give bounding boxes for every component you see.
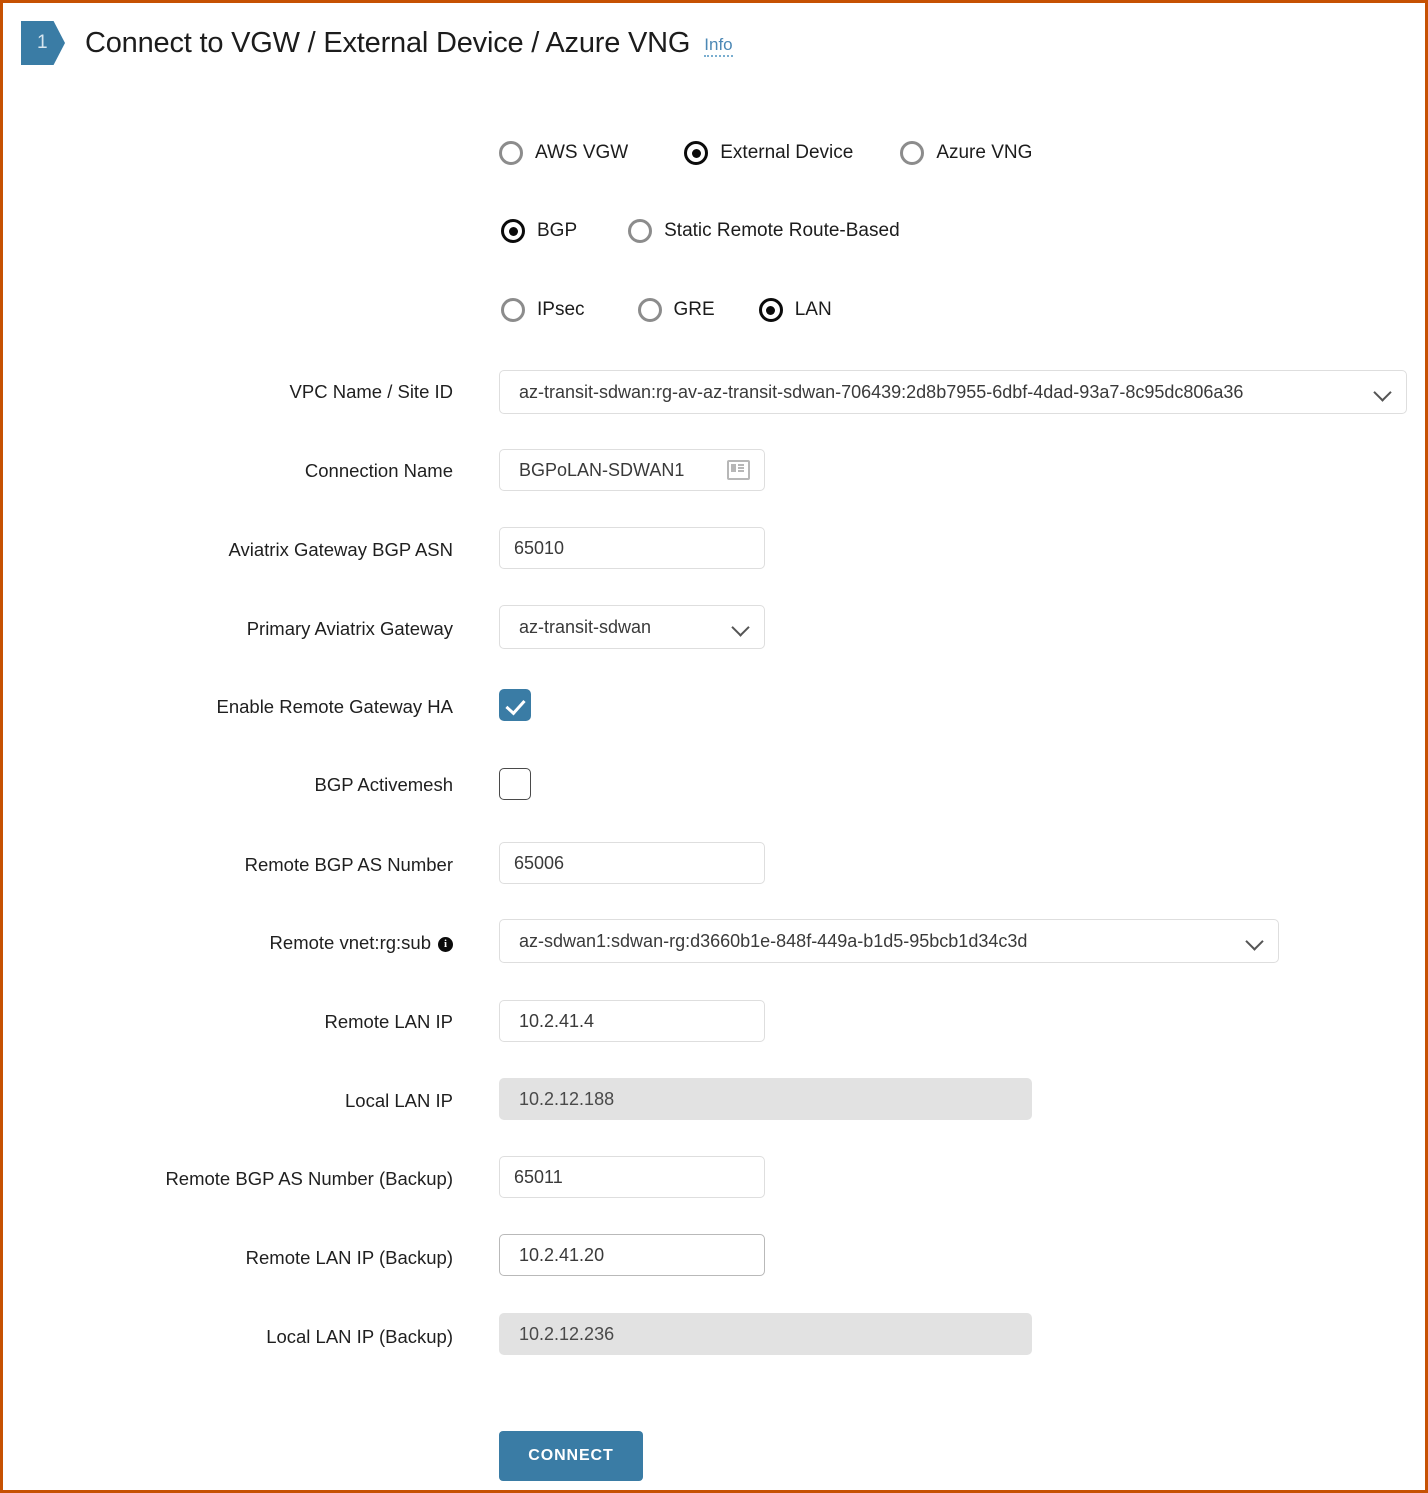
radio-label: Static Remote Route-Based — [664, 220, 900, 241]
connect-to-vgw-panel: 1 Connect to VGW / External Device / Azu… — [0, 0, 1428, 1493]
primary-aviatrix-gateway-select[interactable]: az-transit-sdwan — [499, 605, 765, 649]
radio-option-aws-vgw[interactable]: AWS VGW — [499, 141, 628, 165]
remote-lan-ip-backup-value: 10.2.41.20 — [499, 1234, 765, 1276]
radio-option-static-remote-route-based[interactable]: Static Remote Route-Based — [628, 219, 900, 243]
local-lan-ip-value: 10.2.12.188 — [499, 1078, 1032, 1120]
primary-aviatrix-gateway-value: az-transit-sdwan — [519, 616, 652, 637]
connection-name-input[interactable]: BGPoLAN-SDWAN1 — [499, 449, 765, 491]
local-lan-ip-backup-label: Local LAN IP (Backup) — [266, 1326, 453, 1347]
connection-name-label: Connection Name — [304, 460, 453, 481]
info-circle-icon[interactable]: i — [438, 937, 453, 952]
remote-vnet-rg-sub-select[interactable]: az-sdwan1:sdwan-rg:d3660b1e-848f-449a-b1… — [499, 919, 1279, 963]
chevron-down-icon — [1374, 383, 1392, 401]
vpc-name-site-id-select[interactable]: az-transit-sdwan:rg-av-az-transit-sdwan-… — [499, 370, 1407, 414]
contact-card-icon[interactable] — [727, 460, 750, 480]
radio-option-lan[interactable]: LAN — [758, 298, 832, 322]
aviatrix-gateway-bgp-asn-input[interactable]: 65010 — [499, 527, 765, 569]
local-lan-ip-readonly: 10.2.12.188 — [499, 1078, 1032, 1120]
radio-option-external-device[interactable]: External Device — [684, 141, 853, 165]
radio-circle-selected-icon — [758, 298, 783, 322]
remote-lan-ip-input[interactable]: 10.2.41.4 — [499, 1000, 765, 1042]
radio-circle-icon — [628, 219, 653, 243]
panel-header: 1 Connect to VGW / External Device / Azu… — [3, 21, 733, 65]
radio-label: External Device — [720, 142, 854, 163]
connect-button[interactable]: CONNECT — [499, 1431, 643, 1481]
vpc-name-site-id-value: az-transit-sdwan:rg-av-az-transit-sdwan-… — [519, 381, 1244, 402]
remote-lan-ip-value: 10.2.41.4 — [499, 1000, 765, 1042]
info-link[interactable]: Info — [704, 36, 733, 57]
enable-remote-gateway-ha-checkbox[interactable] — [499, 689, 531, 721]
radio-circle-icon — [499, 141, 523, 165]
radio-option-azure-vng[interactable]: Azure VNG — [900, 141, 1032, 165]
radio-group-target-type: AWS VGW External Device Azure VNG — [499, 141, 1032, 165]
local-lan-ip-backup-readonly: 10.2.12.236 — [499, 1313, 1032, 1355]
radio-option-gre[interactable]: GRE — [637, 298, 715, 322]
step-number-badge: 1 — [21, 21, 65, 65]
remote-bgp-as-number-label: Remote BGP AS Number — [244, 854, 453, 875]
enable-remote-gateway-ha-label: Enable Remote Gateway HA — [216, 696, 453, 717]
chevron-down-icon — [732, 618, 750, 636]
radio-group-tunnel-type: IPsec GRE LAN — [501, 298, 832, 322]
radio-circle-icon — [637, 298, 662, 322]
vpc-name-site-id-label: VPC Name / Site ID — [289, 381, 453, 402]
radio-circle-icon — [501, 298, 525, 322]
aviatrix-gateway-bgp-asn-label: Aviatrix Gateway BGP ASN — [228, 539, 454, 560]
page-title: Connect to VGW / External Device / Azure… — [85, 26, 691, 59]
remote-lan-ip-backup-label: Remote LAN IP (Backup) — [245, 1247, 453, 1268]
radio-option-bgp[interactable]: BGP — [501, 219, 577, 243]
radio-circle-selected-icon — [501, 219, 525, 243]
local-lan-ip-backup-value: 10.2.12.236 — [499, 1313, 1032, 1355]
aviatrix-gateway-bgp-asn-value: 65010 — [499, 527, 765, 569]
remote-bgp-as-number-backup-value: 65011 — [499, 1156, 765, 1198]
chevron-down-icon — [1246, 932, 1264, 950]
radio-label: IPsec — [537, 299, 585, 320]
remote-vnet-rg-sub-label: Remote vnet:rg:sub i — [270, 932, 453, 954]
connection-name-value: BGPoLAN-SDWAN1 — [519, 459, 685, 480]
radio-option-ipsec[interactable]: IPsec — [501, 298, 585, 322]
checkbox-unchecked-icon[interactable] — [499, 768, 531, 800]
radio-label: GRE — [673, 299, 715, 320]
radio-circle-selected-icon — [684, 141, 709, 165]
remote-bgp-as-number-value: 65006 — [499, 842, 765, 884]
remote-bgp-as-number-backup-input[interactable]: 65011 — [499, 1156, 765, 1198]
remote-lan-ip-label: Remote LAN IP — [324, 1011, 453, 1032]
local-lan-ip-label: Local LAN IP — [345, 1090, 453, 1111]
radio-circle-icon — [900, 141, 925, 165]
radio-label: AWS VGW — [535, 142, 629, 163]
remote-vnet-rg-sub-value: az-sdwan1:sdwan-rg:d3660b1e-848f-449a-b1… — [519, 930, 1028, 951]
remote-bgp-as-number-backup-label: Remote BGP AS Number (Backup) — [165, 1168, 453, 1189]
checkbox-checked-icon[interactable] — [499, 689, 531, 721]
radio-label: Azure VNG — [936, 142, 1033, 163]
bgp-activemesh-label: BGP Activemesh — [314, 774, 453, 795]
radio-label: LAN — [794, 299, 832, 320]
remote-bgp-as-number-input[interactable]: 65006 — [499, 842, 765, 884]
remote-vnet-rg-sub-label-text: Remote vnet:rg:sub — [269, 932, 431, 953]
radio-label: BGP — [537, 220, 578, 241]
bgp-activemesh-checkbox[interactable] — [499, 768, 531, 800]
primary-aviatrix-gateway-label: Primary Aviatrix Gateway — [246, 618, 453, 639]
radio-group-routing-type: BGP Static Remote Route-Based — [501, 219, 900, 243]
remote-lan-ip-backup-input[interactable]: 10.2.41.20 — [499, 1234, 765, 1276]
